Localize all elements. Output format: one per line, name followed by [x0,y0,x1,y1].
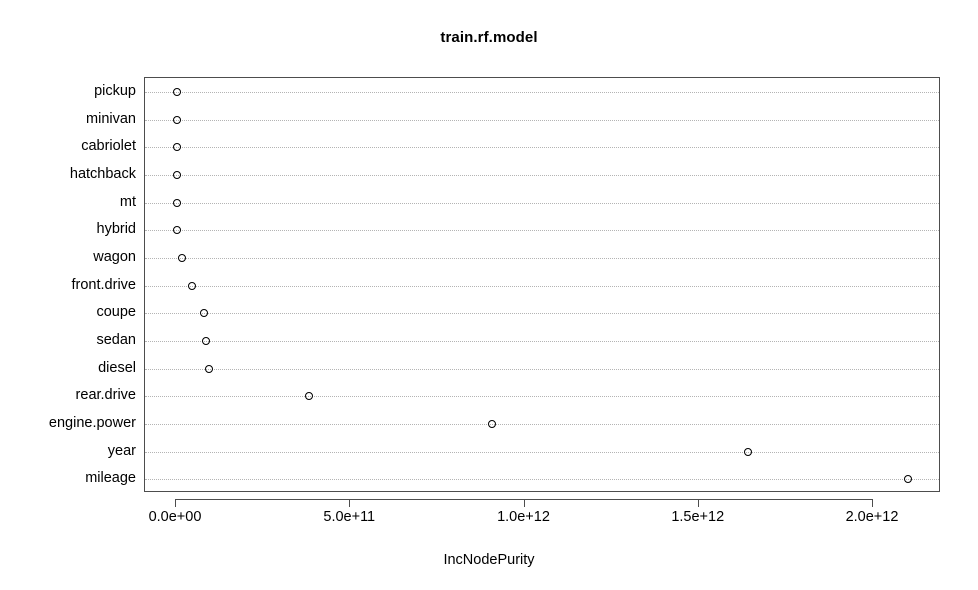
x-axis-tick-label: 2.0e+12 [845,509,899,525]
y-axis-label: coupe [96,303,136,320]
y-axis-label: year [107,442,136,459]
y-axis-label: pickup [94,82,136,99]
data-point [173,115,182,124]
gridline [145,479,939,481]
x-axis-tick [872,499,873,507]
gridline [145,257,939,260]
x-axis: 0.0e+00 5.0e+11 1.0e+12 1.5e+12 2.0e+12 [0,499,978,529]
plot-area [144,77,940,492]
variable-importance-chart: train.rf.model mileage year engine.power re… [0,0,978,590]
y-axis-label: cabriolet [81,137,136,154]
data-point [177,253,186,262]
gridline [145,174,939,177]
x-axis-tick [349,499,351,507]
gridline [145,147,939,149]
x-axis-tick-label: 1.0e+12 [497,509,550,525]
data-point [743,447,752,456]
data-point [173,226,182,235]
y-axis-label: diesel [98,359,136,376]
y-axis-label: hybrid [96,220,137,237]
data-point [173,198,182,207]
gridline [145,119,939,122]
data-point [305,392,314,401]
x-axis-tick-label: 1.5e+12 [671,509,725,525]
y-axis-label: sedan [96,331,136,348]
gridline [145,396,939,398]
gridline [145,340,939,343]
x-axis-title: IncNodePurity [443,552,535,568]
x-axis-tick [175,499,176,507]
gridline [145,91,939,94]
y-axis-label: rear.drive [75,386,136,403]
gridline [145,368,939,371]
data-point [173,87,182,96]
gridline [145,423,939,426]
y-axis-label: front.drive [71,276,136,293]
x-axis-tick [697,499,699,507]
x-axis-tick [523,499,525,507]
gridline [145,451,939,454]
data-point [903,475,912,484]
gridline [145,230,939,232]
chart-title: train.rf.model [440,29,538,46]
y-axis-label: minivan [86,110,136,127]
data-point [173,170,182,179]
y-axis-label: wagon [93,248,136,265]
gridline [145,313,939,315]
y-axis-label: engine.power [48,414,136,431]
data-point [488,419,497,428]
data-point [188,281,197,290]
data-point [205,364,214,373]
data-point [199,309,208,318]
gridline [145,202,939,205]
y-axis-label: mileage [85,469,136,486]
y-axis-label: hatchback [69,165,136,182]
x-axis-tick-label: 5.0e+11 [323,509,376,525]
x-axis-tick-label: 0.0e+00 [148,509,202,525]
data-point [173,143,182,152]
y-axis-label: mt [119,193,136,210]
data-point [201,336,210,345]
gridline [145,285,939,288]
